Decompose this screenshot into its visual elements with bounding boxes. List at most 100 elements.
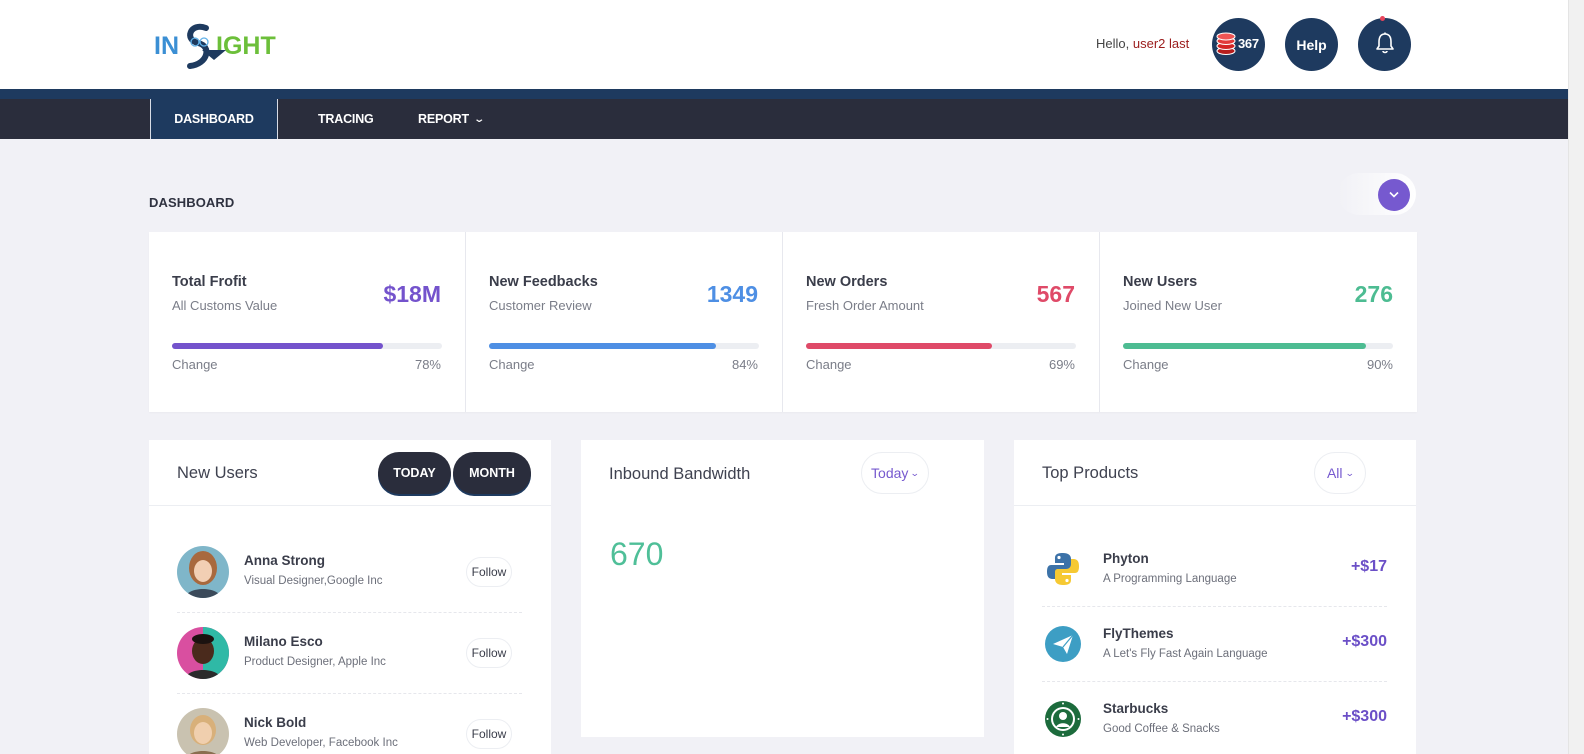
- follow-button[interactable]: Follow: [466, 719, 512, 749]
- stat-title: New Users: [1123, 274, 1198, 290]
- nav-tab-tracing[interactable]: TRACING: [318, 99, 374, 139]
- top-header: IN IGHT Hello, user2 last 367 Help: [0, 0, 1568, 89]
- select-value: All: [1326, 465, 1343, 481]
- help-button[interactable]: Help: [1285, 18, 1338, 71]
- product-description: A Let's Fly Fast Again Language: [1103, 648, 1268, 660]
- card-header: Inbound Bandwidth Today ⌄: [581, 440, 984, 506]
- user-list-item: Anna Strong Visual Designer,Google Inc F…: [177, 532, 522, 613]
- page-title: DASHBOARD: [149, 195, 235, 210]
- stat-progress-track: [489, 343, 759, 349]
- stat-progress-track: [1123, 343, 1393, 349]
- nav-tab-report[interactable]: REPORT ⌄: [418, 99, 485, 139]
- product-amount: +$17: [1350, 558, 1387, 575]
- product-name: Phyton: [1103, 551, 1149, 566]
- insight-logo[interactable]: IN IGHT: [154, 18, 286, 70]
- page-scrollbar[interactable]: [1568, 0, 1584, 754]
- new-users-card: New Users TODAY MONTH Anna Strong Visual…: [149, 440, 551, 754]
- stats-panel: Total Frofit All Customs Value $18M Chan…: [149, 232, 1417, 412]
- bandwidth-period-select[interactable]: Today ⌄: [861, 452, 929, 494]
- greeting-label: Hello,: [1096, 36, 1133, 51]
- chevron-down-icon: [1389, 190, 1399, 201]
- stat-value: 567: [1036, 281, 1075, 307]
- chevron-down-icon: ⌄: [910, 467, 921, 478]
- greeting-text: Hello, user2 last: [1096, 36, 1189, 51]
- stat-total-profit: Total Frofit All Customs Value $18M Chan…: [149, 232, 466, 412]
- nav-tab-report-label: REPORT: [418, 112, 469, 126]
- user-list-item: Nick Bold Web Developer, Facebook Inc Fo…: [177, 694, 522, 754]
- stat-change-label: Change: [806, 357, 852, 372]
- stat-progress-fill: [806, 343, 993, 349]
- bandwidth-value: 670: [610, 536, 664, 572]
- tab-month[interactable]: MONTH: [453, 452, 531, 494]
- avatar[interactable]: [177, 546, 229, 598]
- stat-subtitle: Fresh Order Amount: [806, 298, 924, 313]
- product-name: Starbucks: [1103, 701, 1169, 716]
- product-list-item[interactable]: Starbucks Good Coffee & Snacks +$300: [1042, 682, 1387, 754]
- chevron-down-icon: ⌄: [473, 113, 485, 125]
- card-header: Top Products All ⌄: [1014, 440, 1416, 506]
- follow-button[interactable]: Follow: [466, 557, 512, 587]
- card-title: New Users: [177, 464, 258, 482]
- page-options-toggle: [1338, 173, 1416, 215]
- svg-text:IN: IN: [154, 32, 179, 60]
- nav-tab-dashboard[interactable]: DASHBOARD: [150, 99, 278, 139]
- stat-progress-track: [172, 343, 442, 349]
- stat-subtitle: Customer Review: [489, 298, 592, 313]
- avatar[interactable]: [177, 627, 229, 679]
- product-description: A Programming Language: [1103, 573, 1237, 585]
- user-name: Nick Bold: [244, 715, 307, 730]
- stat-percent: 78%: [414, 357, 441, 372]
- select-value: Today: [871, 465, 909, 481]
- card-header: New Users TODAY MONTH: [149, 440, 551, 506]
- stat-value: $18M: [383, 281, 441, 307]
- stat-new-feedbacks: New Feedbacks Customer Review 1349 Chang…: [466, 232, 783, 412]
- starbucks-icon: [1044, 700, 1082, 738]
- stat-subtitle: Joined New User: [1123, 298, 1222, 313]
- coins-count: 367: [1238, 36, 1259, 51]
- active-tab-indicator: [202, 50, 226, 60]
- main-navigation: DASHBOARD TRACING REPORT ⌄: [0, 89, 1568, 139]
- follow-button[interactable]: Follow: [466, 638, 512, 668]
- notification-dot: [1380, 16, 1385, 21]
- user-role: Product Designer, Apple Inc: [244, 656, 386, 668]
- stat-title: New Feedbacks: [489, 274, 598, 290]
- username-link[interactable]: user2 last: [1133, 36, 1189, 51]
- user-name: Milano Esco: [244, 634, 323, 649]
- product-list-item[interactable]: FlyThemes A Let's Fly Fast Again Languag…: [1042, 607, 1387, 682]
- stat-title: Total Frofit: [172, 274, 247, 290]
- product-amount: +$300: [1342, 633, 1387, 650]
- stat-title: New Orders: [806, 274, 888, 290]
- tab-today[interactable]: TODAY: [378, 452, 451, 494]
- stat-percent: 90%: [1366, 357, 1393, 372]
- avatar[interactable]: [177, 708, 229, 754]
- product-name: FlyThemes: [1103, 626, 1174, 641]
- coins-button[interactable]: 367: [1212, 18, 1265, 71]
- stat-change-label: Change: [1123, 357, 1169, 372]
- product-list-item[interactable]: Phyton A Programming Language +$17: [1042, 532, 1387, 607]
- stat-progress-track: [806, 343, 1076, 349]
- paper-plane-icon: [1044, 625, 1082, 663]
- coins-icon: [1216, 32, 1236, 56]
- chevron-down-icon: ⌄: [1344, 467, 1355, 478]
- stat-change-label: Change: [489, 357, 535, 372]
- notifications-button[interactable]: [1358, 16, 1411, 71]
- stat-percent: 84%: [731, 357, 758, 372]
- stat-change-label: Change: [172, 357, 218, 372]
- stat-value: 1349: [706, 281, 758, 307]
- top-products-card: Top Products All ⌄ Phyton A Programming …: [1014, 440, 1416, 754]
- stat-new-orders: New Orders Fresh Order Amount 567 Change…: [783, 232, 1100, 412]
- python-icon: [1044, 550, 1082, 588]
- inbound-bandwidth-card: Inbound Bandwidth Today ⌄ 670: [581, 440, 984, 737]
- product-description: Good Coffee & Snacks: [1103, 723, 1220, 735]
- stat-new-users: New Users Joined New User 276 Change 90%: [1100, 232, 1417, 412]
- page-options-button[interactable]: [1378, 179, 1410, 211]
- stat-percent: 69%: [1048, 357, 1075, 372]
- stat-progress-fill: [1123, 343, 1366, 349]
- nav-bar: DASHBOARD TRACING REPORT ⌄: [0, 99, 1568, 139]
- stat-subtitle: All Customs Value: [172, 298, 278, 313]
- product-amount: +$300: [1342, 708, 1387, 725]
- user-role: Web Developer, Facebook Inc: [244, 737, 398, 749]
- stat-progress-fill: [172, 343, 383, 349]
- user-list-item: Milano Esco Product Designer, Apple Inc …: [177, 613, 522, 694]
- products-filter-select[interactable]: All ⌄: [1314, 452, 1366, 494]
